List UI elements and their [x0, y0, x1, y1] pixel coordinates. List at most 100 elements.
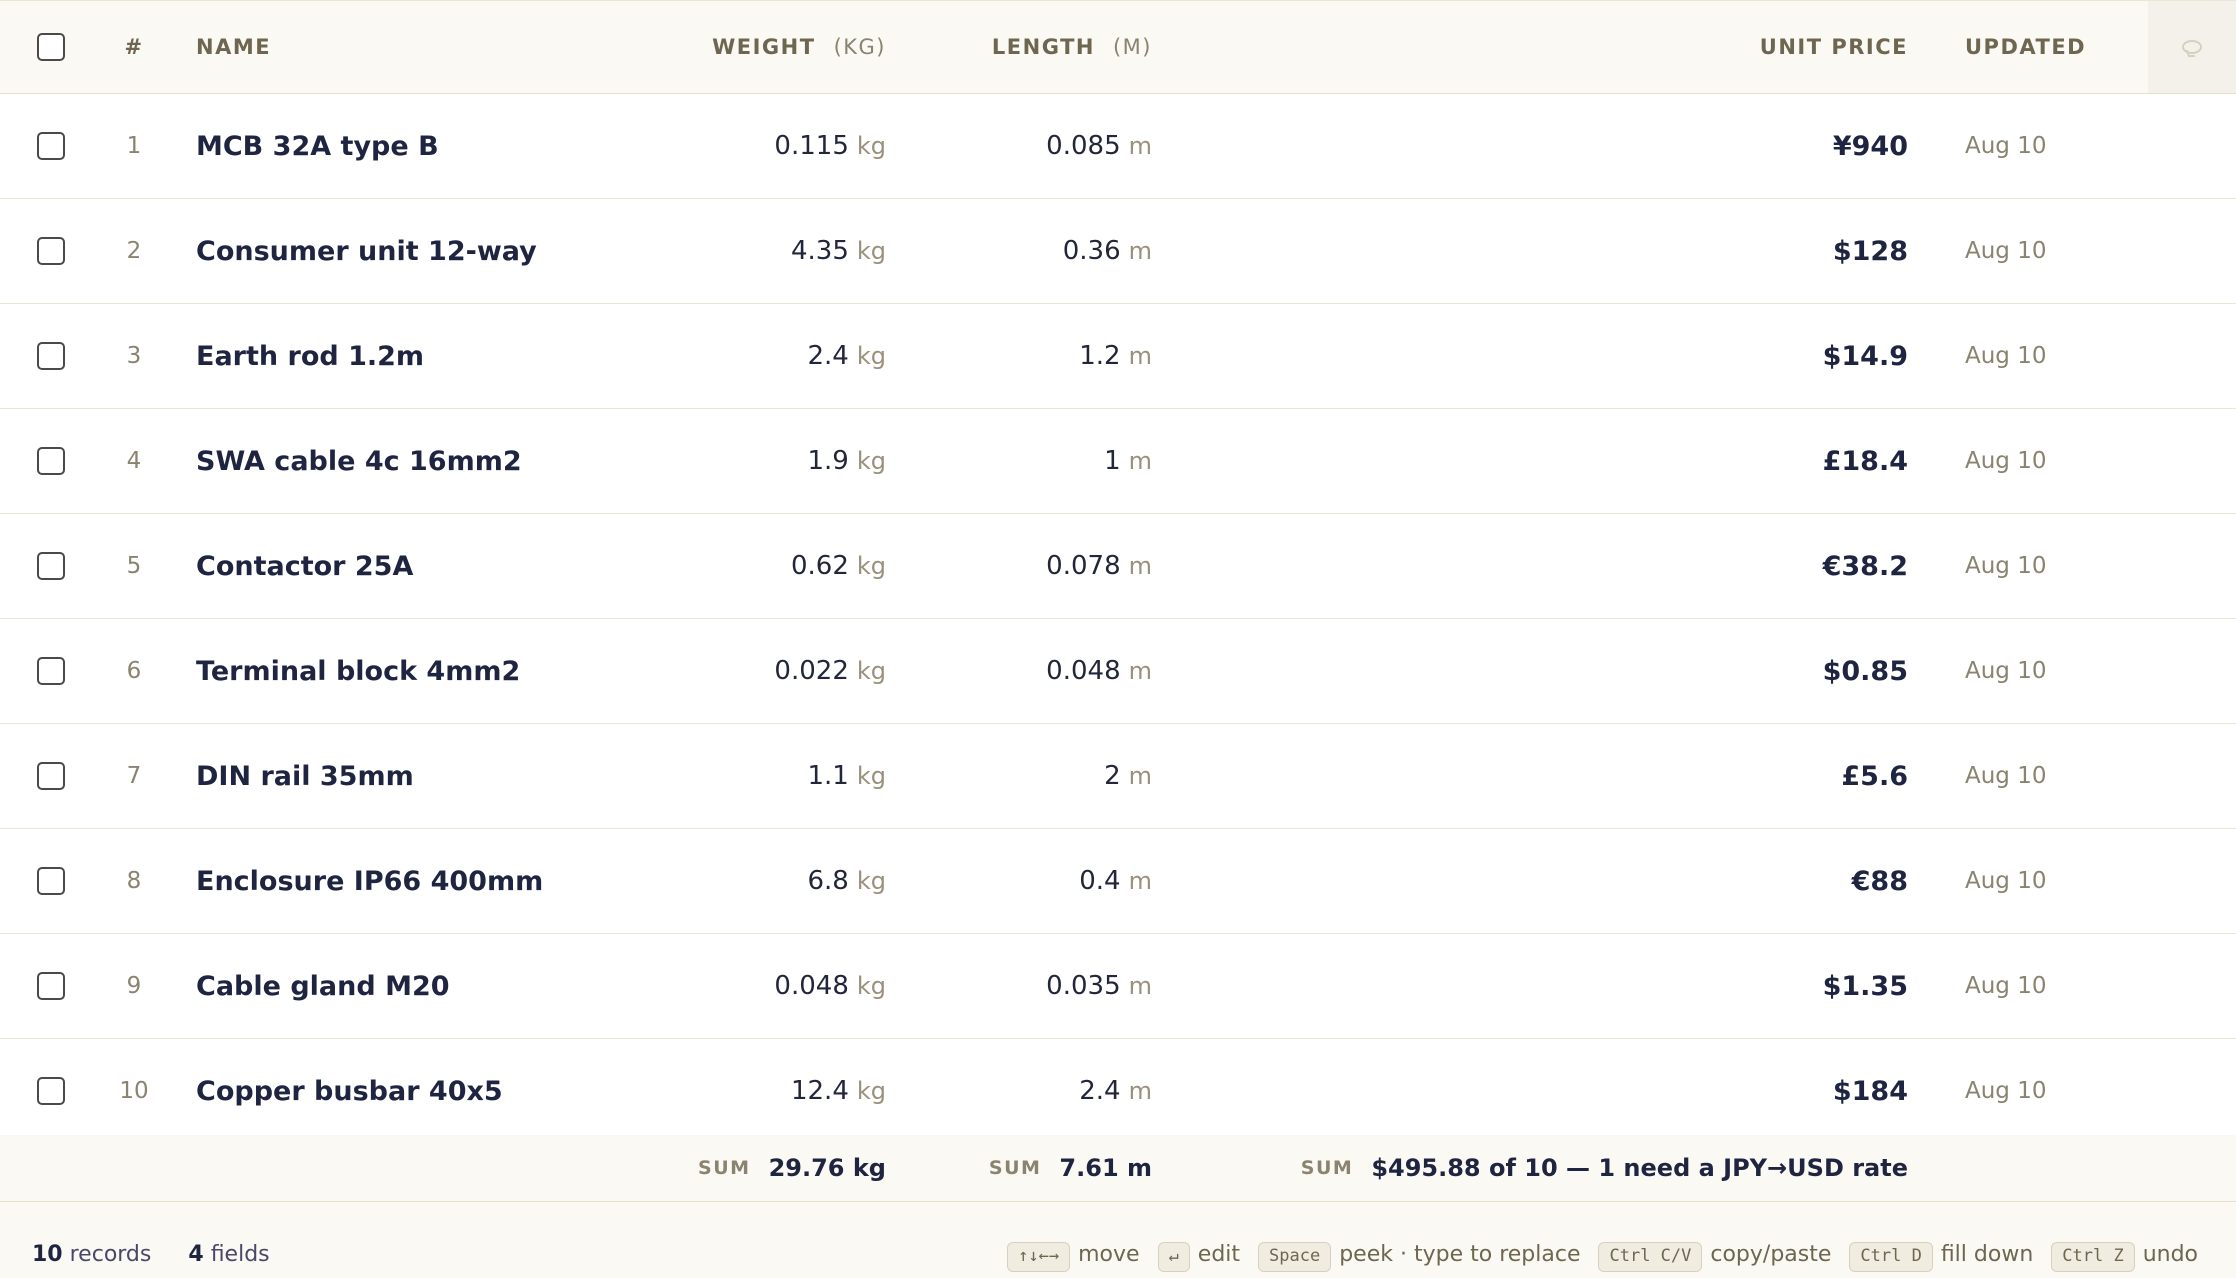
select-all-cell[interactable]	[34, 1, 68, 93]
header-length-unit: (M)	[1112, 35, 1152, 59]
weight-cell[interactable]: 0.62 kg	[791, 514, 886, 618]
row-select-cell[interactable]	[34, 1039, 68, 1143]
row-index: 9	[126, 973, 142, 999]
length-cell[interactable]: 2.4 m	[1079, 1039, 1152, 1143]
row-select-cell[interactable]	[34, 514, 68, 618]
table-row[interactable]: 9 Cable gland M20 0.048 kg 0.035 m $1.35 A…	[0, 934, 2236, 1039]
unit-price-cell[interactable]: €88	[1852, 829, 1908, 933]
table-row[interactable]: 3 Earth rod 1.2m 2.4 kg 1.2 m $14.9 Aug 10	[0, 304, 2236, 409]
table-body: 1 MCB 32A type B 0.115 kg 0.085 m ¥940 Aug…	[0, 94, 2236, 1144]
header-unit-price-label: UNIT PRICE	[1759, 35, 1908, 59]
unit-price-cell[interactable]: $0.85	[1823, 619, 1908, 723]
length-cell[interactable]: 0.078 m	[1046, 514, 1152, 618]
name-cell[interactable]: MCB 32A type B	[196, 94, 439, 198]
length-cell[interactable]: 0.4 m	[1079, 829, 1152, 933]
weight-cell[interactable]: 4.35 kg	[791, 199, 886, 303]
name-cell[interactable]: Copper busbar 40x5	[196, 1039, 503, 1143]
row-select-cell[interactable]	[34, 724, 68, 828]
header-row: # NAME WEIGHT (KG) LENGTH (M) UNIT PRICE…	[0, 0, 2236, 94]
table-row[interactable]: 5 Contactor 25A 0.62 kg 0.078 m €38.2 Aug …	[0, 514, 2236, 619]
row-select-cell[interactable]	[34, 94, 68, 198]
row-checkbox[interactable]	[37, 132, 65, 160]
row-select-cell[interactable]	[34, 409, 68, 513]
row-checkbox[interactable]	[37, 552, 65, 580]
length-sum-value: 7.61 m	[1059, 1154, 1152, 1182]
row-select-cell[interactable]	[34, 829, 68, 933]
row-checkbox[interactable]	[37, 867, 65, 895]
length-cell[interactable]: 1m	[1104, 409, 1152, 513]
row-checkbox[interactable]	[37, 972, 65, 1000]
length-value: 0.36	[1062, 236, 1121, 266]
row-checkbox[interactable]	[37, 447, 65, 475]
unit-price-cell[interactable]: $128	[1833, 199, 1908, 303]
shortcut-label: move	[1078, 1242, 1140, 1267]
header-updated[interactable]: UPDATED	[1965, 1, 2086, 93]
unit-price-cell[interactable]: $14.9	[1823, 304, 1908, 408]
name-cell[interactable]: Enclosure IP66 400mm	[196, 829, 543, 933]
table-row[interactable]: 6 Terminal block 4mm2 0.022 kg 0.048 m $0.…	[0, 619, 2236, 724]
comment-icon[interactable]	[2182, 40, 2202, 54]
unit-price-cell[interactable]: ¥940	[1833, 94, 1908, 198]
row-select-cell[interactable]	[34, 304, 68, 408]
length-cell[interactable]: 1.2 m	[1079, 304, 1152, 408]
table-row[interactable]: 1 MCB 32A type B 0.115 kg 0.085 m ¥940 Aug…	[0, 94, 2236, 199]
length-cell[interactable]: 0.048 m	[1046, 619, 1152, 723]
weight-cell[interactable]: 6.8 kg	[808, 829, 887, 933]
row-index: 3	[126, 343, 142, 369]
row-select-cell[interactable]	[34, 619, 68, 723]
comment-column[interactable]	[2148, 1, 2236, 93]
unit-price-cell[interactable]: €38.2	[1823, 514, 1908, 618]
weight-cell[interactable]: 0.115 kg	[774, 94, 886, 198]
row-checkbox[interactable]	[37, 1077, 65, 1105]
weight-cell[interactable]: 12.4 kg	[791, 1039, 886, 1143]
length-unit: m	[1128, 237, 1152, 265]
select-all-checkbox[interactable]	[37, 33, 65, 61]
table-row[interactable]: 2 Consumer unit 12-way 4.35 kg 0.36 m $128…	[0, 199, 2236, 304]
row-select-cell[interactable]	[34, 199, 68, 303]
row-select-cell[interactable]	[34, 934, 68, 1038]
table-row[interactable]: 4 SWA cable 4c 16mm2 1.9 kg 1m £18.4 Aug …	[0, 409, 2236, 514]
unit-price-cell[interactable]: $184	[1833, 1039, 1908, 1143]
table-row[interactable]: 10 Copper busbar 40x5 12.4 kg 2.4 m $184 A…	[0, 1039, 2236, 1144]
weight-cell[interactable]: 0.048 kg	[774, 934, 886, 1038]
row-checkbox[interactable]	[37, 237, 65, 265]
header-name[interactable]: NAME	[196, 1, 271, 93]
unit-price-cell[interactable]: $1.35	[1823, 934, 1908, 1038]
name-cell[interactable]: SWA cable 4c 16mm2	[196, 409, 522, 513]
updated-cell: Aug 10	[1965, 1078, 2047, 1104]
unit-price-cell[interactable]: £18.4	[1823, 409, 1908, 513]
row-checkbox[interactable]	[37, 657, 65, 685]
name-cell[interactable]: Terminal block 4mm2	[196, 619, 520, 723]
header-weight[interactable]: WEIGHT (KG)	[712, 1, 886, 93]
unit-price-cell[interactable]: £5.6	[1841, 724, 1908, 828]
weight-value: 2.4	[807, 341, 849, 371]
weight-cell[interactable]: 2.4 kg	[808, 304, 887, 408]
length-cell[interactable]: 0.36 m	[1063, 199, 1152, 303]
weight-cell[interactable]: 0.022 kg	[774, 619, 886, 723]
header-length[interactable]: LENGTH (M)	[992, 1, 1152, 93]
weight-value: 4.35	[790, 236, 849, 266]
length-unit: m	[1128, 1077, 1152, 1105]
header-unit-price[interactable]: UNIT PRICE	[1760, 1, 1908, 93]
length-cell[interactable]: 0.085 m	[1046, 94, 1152, 198]
name-cell[interactable]: Cable gland M20	[196, 934, 450, 1038]
weight-unit: kg	[856, 657, 886, 685]
header-name-label: NAME	[196, 35, 272, 59]
row-checkbox[interactable]	[37, 762, 65, 790]
table-row[interactable]: 8 Enclosure IP66 400mm 6.8 kg 0.4 m €88 Au…	[0, 829, 2236, 934]
weight-cell[interactable]: 1.9 kg	[808, 409, 887, 513]
length-cell[interactable]: 2m	[1104, 724, 1152, 828]
name-cell[interactable]: Consumer unit 12-way	[196, 199, 537, 303]
table-row[interactable]: 7 DIN rail 35mm 1.1 kg 2m £5.6 Aug 10	[0, 724, 2236, 829]
name-cell[interactable]: Contactor 25A	[196, 514, 413, 618]
record-count: 10	[32, 1242, 63, 1267]
name-cell[interactable]: Earth rod 1.2m	[196, 304, 424, 408]
weight-cell[interactable]: 1.1 kg	[808, 724, 887, 828]
updated-cell: Aug 10	[1965, 973, 2047, 999]
name-cell[interactable]: DIN rail 35mm	[196, 724, 414, 828]
row-index: 5	[126, 553, 142, 579]
row-checkbox[interactable]	[37, 342, 65, 370]
length-cell[interactable]: 0.035 m	[1046, 934, 1152, 1038]
weight-value: 0.115	[774, 131, 849, 161]
length-value: 2.4	[1079, 1076, 1121, 1106]
